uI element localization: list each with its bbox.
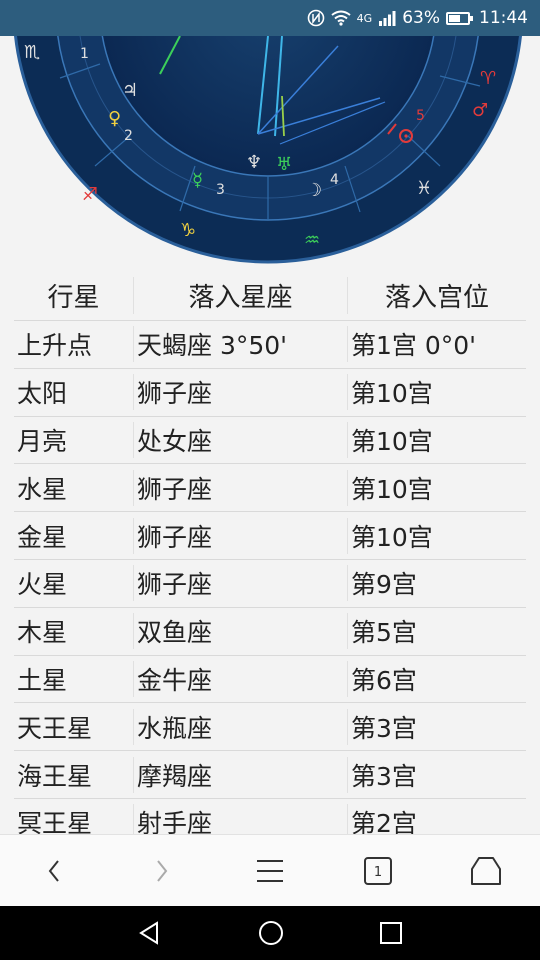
recents-square-icon[interactable] xyxy=(379,921,403,945)
chevron-left-icon xyxy=(48,860,59,882)
planet-house: 第9宫 xyxy=(351,570,417,600)
planet-table: 行星 落入星座 落入宫位 上升点 天蝎座 3°50' 第1宫 0°0' 太阳 狮子座 第1… xyxy=(14,270,526,847)
planet-house: 第1宫 0°0' xyxy=(351,331,477,361)
table-row: 土星 金牛座 第6宫 xyxy=(14,656,526,704)
battery-percent: 63% xyxy=(402,8,440,28)
planet-sign: 金牛座 xyxy=(134,660,348,697)
planet-name: 土星 xyxy=(14,660,134,697)
planet-name: 火星 xyxy=(14,565,134,602)
home-circle-icon[interactable] xyxy=(257,919,285,947)
forward-button[interactable] xyxy=(132,841,192,901)
network-badge: 4G xyxy=(356,11,373,25)
table-header: 行星 落入星座 落入宫位 xyxy=(14,270,526,321)
pisces-icon: ♓ xyxy=(416,178,432,199)
venus-icon: ♀ xyxy=(108,108,121,129)
planet-house: 第10宫 xyxy=(351,522,433,552)
signal-icon xyxy=(378,10,396,26)
planet-sign: 狮子座 xyxy=(134,517,348,554)
planet-house: 第3宫 xyxy=(351,761,417,791)
planet-sign: 狮子座 xyxy=(134,565,348,602)
planet-name: 天王星 xyxy=(14,708,134,745)
planet-name: 上升点 xyxy=(14,326,134,363)
planet-house: 第5宫 xyxy=(351,618,417,648)
planet-sign: 狮子座 xyxy=(134,469,348,506)
header-planet: 行星 xyxy=(14,276,134,314)
header-house: 落入宫位 xyxy=(384,282,489,313)
aquarius-icon: ♒ xyxy=(304,230,320,251)
planet-sign: 处女座 xyxy=(134,421,348,458)
house-number-5: 5 xyxy=(416,108,425,124)
tabs-button[interactable]: 1 xyxy=(348,841,408,901)
house-number-3: 3 xyxy=(216,182,225,198)
menu-icon xyxy=(257,860,283,882)
planet-house: 第6宫 xyxy=(351,665,417,695)
house-number-4: 4 xyxy=(330,172,339,188)
table-row: 金星 狮子座 第10宫 xyxy=(14,512,526,560)
status-bar: 4G 63% 11:44 xyxy=(0,0,540,36)
home-button[interactable] xyxy=(456,841,516,901)
mercury-icon: ☿ xyxy=(192,170,203,191)
table-row: 月亮 处女座 第10宫 xyxy=(14,417,526,465)
planet-name: 太阳 xyxy=(14,374,134,411)
table-row: 海王星 摩羯座 第3宫 xyxy=(14,751,526,799)
status-time: 11:44 xyxy=(479,8,528,28)
battery-icon xyxy=(446,11,473,25)
table-row: 木星 双鱼座 第5宫 xyxy=(14,608,526,656)
planet-name: 水星 xyxy=(14,469,134,506)
natal-chart: 1 2 3 4 5 ♏ ♐ ♑ ♒ ♓ ♈ ♆ ♅ ☽ ♀ ♃ ☿ ♂ xyxy=(0,36,540,268)
tabs-icon: 1 xyxy=(364,857,392,885)
planet-sign: 水瓶座 xyxy=(134,708,348,745)
back-button[interactable] xyxy=(24,841,84,901)
mars-icon: ♂ xyxy=(472,100,488,121)
planet-house: 第10宫 xyxy=(351,379,433,409)
tab-count: 1 xyxy=(374,865,382,880)
back-triangle-icon[interactable] xyxy=(137,920,163,946)
jupiter-icon: ♃ xyxy=(122,80,138,101)
moon-icon: ☽ xyxy=(306,180,322,201)
table-row: 天王星 水瓶座 第3宫 xyxy=(14,703,526,752)
planet-name: 金星 xyxy=(14,517,134,554)
scorpio-icon: ♏ xyxy=(24,42,40,63)
planet-sign: 天蝎座 3°50' xyxy=(134,326,348,363)
house-number-2: 2 xyxy=(124,128,133,144)
nfc-icon xyxy=(307,9,325,27)
chevron-right-icon xyxy=(157,860,168,882)
planet-house: 第10宫 xyxy=(351,426,433,456)
planet-sign: 摩羯座 xyxy=(134,756,348,793)
planet-name: 月亮 xyxy=(14,421,134,458)
table-row: 太阳 狮子座 第10宫 xyxy=(14,369,526,417)
table-row: 火星 狮子座 第9宫 xyxy=(14,560,526,608)
home-icon xyxy=(471,857,501,885)
planet-name: 海王星 xyxy=(14,756,134,793)
neptune-icon: ♆ xyxy=(246,152,262,173)
aries-icon: ♈ xyxy=(480,68,496,89)
planet-sign: 狮子座 xyxy=(134,374,348,411)
planet-house: 第3宫 xyxy=(351,713,417,743)
android-nav-bar xyxy=(0,906,540,960)
browser-toolbar: 1 xyxy=(0,834,540,907)
table-row: 水星 狮子座 第10宫 xyxy=(14,464,526,513)
table-row: 上升点 天蝎座 3°50' 第1宫 0°0' xyxy=(14,321,526,369)
planet-name: 木星 xyxy=(14,613,134,650)
planet-house: 第10宫 xyxy=(351,474,433,504)
header-sign: 落入星座 xyxy=(134,276,348,314)
sagittarius-icon: ♐ xyxy=(82,184,98,205)
house-number-1: 1 xyxy=(80,46,89,62)
planet-sign: 双鱼座 xyxy=(134,613,348,650)
wifi-icon xyxy=(331,10,351,26)
uranus-icon: ♅ xyxy=(276,154,292,175)
menu-button[interactable] xyxy=(240,841,300,901)
capricorn-icon: ♑ xyxy=(180,220,196,241)
